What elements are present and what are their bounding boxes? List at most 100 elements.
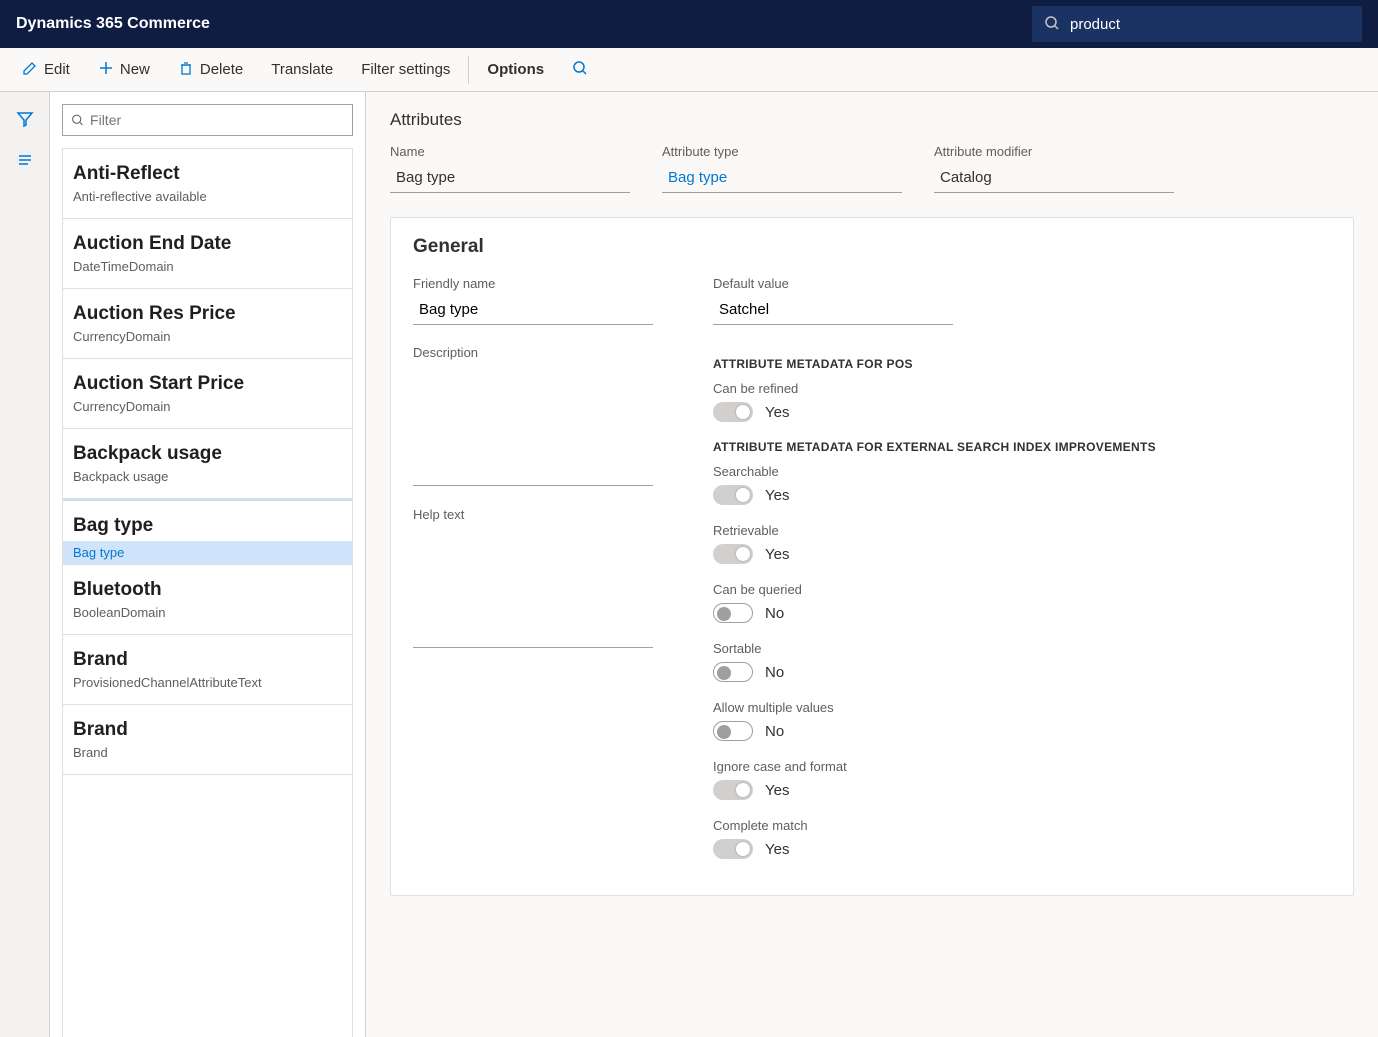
help-text-label: Help text xyxy=(413,507,653,522)
can_be_queried-row: Can be queried No xyxy=(713,582,1331,623)
find-button[interactable] xyxy=(558,48,602,91)
can_be_refined-toggle[interactable] xyxy=(713,402,753,422)
list-item-sub: CurrencyDomain xyxy=(73,399,342,414)
allow_multiple-control: No xyxy=(713,721,1331,741)
name-value[interactable]: Bag type xyxy=(390,165,630,193)
search-section-heading: ATTRIBUTE METADATA FOR EXTERNAL SEARCH I… xyxy=(713,440,1331,454)
list-item-title: Brand xyxy=(73,649,342,671)
complete_match-toggle[interactable] xyxy=(713,839,753,859)
list-item-title: Bluetooth xyxy=(73,579,342,601)
searchable-label: Searchable xyxy=(713,464,1331,479)
list-item[interactable]: Brand Brand xyxy=(63,705,352,775)
retrievable-label: Retrievable xyxy=(713,523,1331,538)
edit-button[interactable]: Edit xyxy=(8,48,84,91)
list-item-sub: DateTimeDomain xyxy=(73,259,342,274)
general-body: Friendly name Description Help text Defa… xyxy=(413,276,1331,877)
can_be_refined-value: Yes xyxy=(765,404,789,421)
filter-input[interactable] xyxy=(90,112,344,128)
list-icon[interactable] xyxy=(16,151,34,172)
list-item[interactable]: Anti-Reflect Anti-reflective available xyxy=(63,149,352,219)
translate-button[interactable]: Translate xyxy=(257,48,347,91)
app-header: Dynamics 365 Commerce xyxy=(0,0,1378,48)
can_be_queried-toggle[interactable] xyxy=(713,603,753,623)
filter-input-wrap[interactable] xyxy=(62,104,353,136)
new-label: New xyxy=(120,61,150,78)
filter-settings-button[interactable]: Filter settings xyxy=(347,48,464,91)
list-item-title: Anti-Reflect xyxy=(73,163,342,185)
list-item-sub: Brand xyxy=(73,745,342,760)
pencil-icon xyxy=(22,60,38,80)
list-item-title: Brand xyxy=(73,719,342,741)
list-item-sub: Anti-reflective available xyxy=(73,189,342,204)
searchable-toggle[interactable] xyxy=(713,485,753,505)
toggle-knob xyxy=(736,488,750,502)
attribute-modifier-label: Attribute modifier xyxy=(934,144,1174,159)
friendly-name-input[interactable] xyxy=(413,297,653,325)
list-item[interactable]: Bag typeBag type xyxy=(63,499,352,565)
pos-section-heading: ATTRIBUTE METADATA FOR POS xyxy=(713,357,1331,371)
delete-button[interactable]: Delete xyxy=(164,48,257,91)
options-button[interactable]: Options xyxy=(473,48,558,91)
can_be_queried-value: No xyxy=(765,605,784,622)
toggle-knob xyxy=(717,725,731,739)
list-item[interactable]: Auction Start Price CurrencyDomain xyxy=(63,359,352,429)
sortable-row: SortableNo xyxy=(713,641,1331,682)
allow_multiple-value: No xyxy=(765,723,784,740)
command-bar: Edit New Delete Translate Filter setting… xyxy=(0,48,1378,92)
description-label: Description xyxy=(413,345,653,360)
list-item[interactable]: Auction Res Price CurrencyDomain xyxy=(63,289,352,359)
friendly-name-label: Friendly name xyxy=(413,276,653,291)
attribute-list-panel: Anti-Reflect Anti-reflective available Auc… xyxy=(50,92,366,1037)
ignore_case-control: Yes xyxy=(713,780,1331,800)
toggle-knob xyxy=(717,666,731,680)
list-item-title: Auction Start Price xyxy=(73,373,342,395)
funnel-icon[interactable] xyxy=(16,110,34,131)
searchable-control: Yes xyxy=(713,485,1331,505)
general-left-column: Friendly name Description Help text xyxy=(413,276,653,877)
options-label: Options xyxy=(487,61,544,78)
delete-label: Delete xyxy=(200,61,243,78)
new-button[interactable]: New xyxy=(84,48,164,91)
list-item[interactable]: Auction End DateDateTimeDomain xyxy=(63,219,352,289)
list-item-title: Auction Res Price xyxy=(73,303,342,325)
search-input[interactable] xyxy=(1070,16,1350,33)
header-fields: Name Bag type Attribute type Bag type At… xyxy=(390,144,1354,193)
command-divider xyxy=(468,56,469,84)
list-item[interactable]: Brand ProvisionedChannelAttributeText xyxy=(63,635,352,705)
toggle-knob xyxy=(717,607,731,621)
left-rail xyxy=(0,92,50,1037)
ignore_case-label: Ignore case and format xyxy=(713,759,1331,774)
description-input[interactable] xyxy=(413,366,653,486)
plus-icon xyxy=(98,60,114,80)
attribute-modifier-value[interactable]: Catalog xyxy=(934,165,1174,193)
detail-heading: Attributes xyxy=(390,110,1354,130)
name-field: Name Bag type xyxy=(390,144,630,193)
can_be_queried-label: Can be queried xyxy=(713,582,1331,597)
retrievable-control: Yes xyxy=(713,544,1331,564)
retrievable-toggle[interactable] xyxy=(713,544,753,564)
ignore_case-toggle[interactable] xyxy=(713,780,753,800)
help-text-input[interactable] xyxy=(413,528,653,648)
toggle-knob xyxy=(736,842,750,856)
complete_match-value: Yes xyxy=(765,841,789,858)
attribute-type-value[interactable]: Bag type xyxy=(662,165,902,193)
default-value-input[interactable] xyxy=(713,297,953,325)
list-item-title: Bag type xyxy=(73,515,342,537)
list-item-sub: CurrencyDomain xyxy=(73,329,342,344)
list-item[interactable]: BluetoothBooleanDomain xyxy=(63,565,352,635)
sortable-value: No xyxy=(765,664,784,681)
can_be_refined-label: Can be refined xyxy=(713,381,1331,396)
retrievable-value: Yes xyxy=(765,546,789,563)
allow_multiple-row: Allow multiple valuesNo xyxy=(713,700,1331,741)
ignore_case-row: Ignore case and format Yes xyxy=(713,759,1331,800)
searchable-row: Searchable Yes xyxy=(713,464,1331,505)
can_be_queried-control: No xyxy=(713,603,1331,623)
ignore_case-value: Yes xyxy=(765,782,789,799)
attribute-list[interactable]: Anti-Reflect Anti-reflective available Auc… xyxy=(62,148,353,1037)
global-search[interactable] xyxy=(1032,6,1362,42)
list-item-sub: ProvisionedChannelAttributeText xyxy=(73,675,342,690)
list-item[interactable]: Backpack usageBackpack usage xyxy=(63,429,352,499)
main-area: Anti-Reflect Anti-reflective available Auc… xyxy=(0,92,1378,1037)
allow_multiple-toggle[interactable] xyxy=(713,721,753,741)
sortable-toggle[interactable] xyxy=(713,662,753,682)
